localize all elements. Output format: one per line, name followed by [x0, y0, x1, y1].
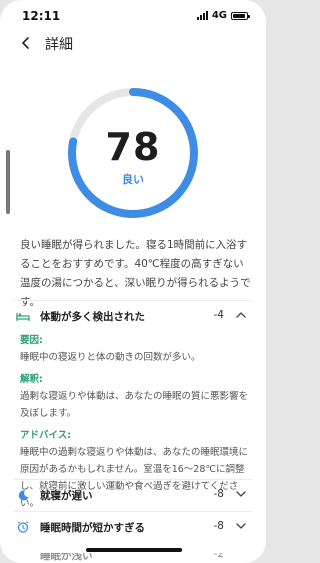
factor-row-body-movement[interactable]: 体動が多く検出された -4 [14, 305, 252, 329]
status-indicators: 4G [196, 10, 250, 21]
score-rating-label: 良い [122, 173, 144, 186]
sleep-score-gauge: 78 良い [65, 85, 201, 221]
factor-score: -8 [213, 488, 224, 500]
status-bar: 12:11 4G [0, 0, 266, 30]
factor-title: 睡眠時間が短かすぎる [40, 522, 145, 534]
factor-title: 就寝が遅い [40, 490, 93, 502]
detail-heading-cause: 要因: [20, 335, 43, 346]
factor-score: -8 [213, 520, 224, 532]
factor-title: 睡眠が浅い [40, 553, 93, 562]
network-type: 4G [211, 10, 227, 21]
chevron-down-icon[interactable] [236, 490, 246, 498]
factor-title: 体動が多く検出された [40, 311, 145, 323]
factor-score: -4 [213, 309, 224, 321]
divider [14, 300, 252, 301]
factor-row-late-bedtime[interactable]: 就寝が遅い -8 [14, 484, 252, 508]
home-indicator[interactable] [86, 548, 182, 552]
signal-icon [196, 11, 208, 20]
detail-heading-advice: アドバイス: [20, 430, 72, 441]
bed-icon [16, 313, 30, 321]
factor-row-light-sleep[interactable]: 睡眠が浅い -2 [14, 553, 252, 563]
detail-body-cause: 睡眠中の寝返りと体の動きの回数が多い。 [20, 352, 201, 363]
factor-score: -2 [213, 553, 224, 560]
score-value: 78 [105, 125, 161, 169]
battery-icon [231, 11, 250, 20]
back-arrow-icon[interactable] [20, 36, 32, 50]
moon-icon [18, 490, 29, 501]
phone-screen: 12:11 4G 詳細 78 良い 良い睡眠が得られました。寝る1時間前に入浴す… [0, 0, 266, 563]
detail-heading-interpretation: 解釈: [20, 374, 43, 385]
factor-row-short-sleep[interactable]: 睡眠時間が短かすぎる -8 [14, 516, 252, 540]
page-title: 詳細 [45, 37, 73, 53]
scroll-indicator[interactable] [6, 150, 10, 214]
chevron-up-icon[interactable] [236, 311, 246, 319]
divider [14, 479, 252, 480]
alarm-clock-icon [17, 521, 29, 533]
chevron-down-icon[interactable] [236, 522, 246, 530]
divider [14, 511, 252, 512]
status-time: 12:11 [22, 9, 61, 23]
nav-bar: 詳細 [0, 30, 266, 58]
detail-body-interpretation: 過剰な寝返りや体動は、あなたの睡眠の質に悪影響を及ぼします。 [20, 391, 249, 419]
